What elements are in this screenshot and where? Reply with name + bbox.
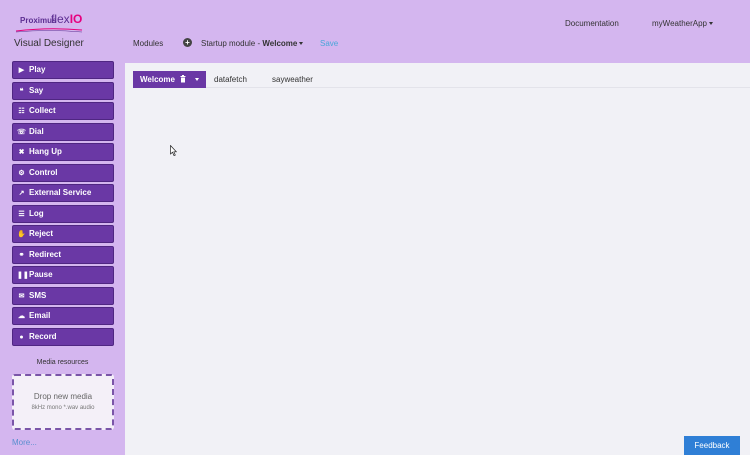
flexio-logo[interactable]: Proximus flexIO bbox=[14, 12, 86, 34]
startup-module-value: Welcome bbox=[262, 39, 298, 48]
app-menu-label: myWeatherApp bbox=[652, 19, 707, 28]
envelope-icon: ✉ bbox=[18, 292, 25, 300]
tool-button-external-service[interactable]: ↗ External Service bbox=[12, 184, 114, 202]
play-icon: ▶ bbox=[18, 67, 25, 74]
media-dropzone[interactable]: Drop new media 8kHz mono *.wav audio bbox=[12, 374, 114, 430]
cogs-icon: ⚙ bbox=[18, 169, 25, 177]
phone-icon: ☏ bbox=[17, 128, 26, 136]
tab-sayweather[interactable]: sayweather bbox=[272, 71, 313, 88]
dropzone-hint: 8kHz mono *.wav audio bbox=[31, 405, 95, 411]
sidebar: ▶ Play ❝ Say ☷ Collect ☏ Dial ✖ Hang Up ⚙ Control ↗ E… bbox=[0, 61, 125, 455]
tool-label: Dial bbox=[29, 126, 44, 136]
tab-label: Welcome bbox=[140, 75, 175, 84]
tool-button-say[interactable]: ❝ Say bbox=[12, 81, 114, 100]
tool-button-log[interactable]: ☰ Log bbox=[12, 204, 114, 223]
tool-label: External Service bbox=[29, 188, 92, 197]
quote-icon: ❝ bbox=[19, 87, 24, 95]
tool-label: Log bbox=[29, 208, 44, 218]
tool-button-pause[interactable]: ❚❚Pause bbox=[12, 266, 114, 284]
tool-label: Say bbox=[29, 85, 44, 95]
tool-button-redirect[interactable]: ⚭ Redirect bbox=[12, 245, 114, 264]
tool-label: Email bbox=[29, 311, 51, 320]
grid-icon: ☷ bbox=[18, 108, 25, 115]
pause-icon: ❚❚ bbox=[17, 272, 29, 279]
tab-datafetch[interactable]: datafetch bbox=[214, 71, 247, 88]
tool-button-email[interactable]: ☁ Email bbox=[12, 307, 114, 325]
tool-button-play[interactable]: ▶ Play bbox=[12, 61, 114, 79]
logo-product: flexIO bbox=[51, 12, 83, 26]
link-icon: ⚭ bbox=[18, 251, 25, 259]
tool-label: Pause bbox=[29, 270, 53, 279]
app-menu-dropdown[interactable]: myWeatherApp bbox=[652, 19, 713, 28]
tool-button-sms[interactable]: ✉ SMS bbox=[12, 286, 114, 305]
feedback-button[interactable]: Feedback bbox=[684, 436, 740, 455]
tool-button-reject[interactable]: ✋ Reject bbox=[12, 225, 114, 243]
tool-label: Hang Up bbox=[29, 147, 62, 156]
tool-button-hang-up[interactable]: ✖ Hang Up bbox=[12, 143, 114, 161]
logo-swoosh-icon bbox=[15, 28, 83, 33]
tool-button-record[interactable]: ● Record bbox=[12, 327, 114, 346]
tool-button-dial[interactable]: ☏ Dial bbox=[12, 122, 114, 141]
tool-label: Control bbox=[29, 167, 58, 177]
external-link-icon: ↗ bbox=[18, 190, 25, 197]
tool-label: Record bbox=[29, 331, 57, 341]
documentation-link[interactable]: Documentation bbox=[565, 19, 619, 28]
microphone-icon: ● bbox=[19, 333, 24, 341]
save-link[interactable]: Save bbox=[320, 39, 338, 48]
mouse-cursor-icon bbox=[170, 145, 177, 156]
tool-button-collect[interactable]: ☷ Collect bbox=[12, 102, 114, 120]
chevron-down-icon[interactable] bbox=[195, 78, 199, 81]
chevron-down-icon bbox=[299, 42, 304, 46]
app-title: Visual Designer bbox=[14, 38, 84, 49]
tool-label: Redirect bbox=[29, 249, 62, 259]
tool-label: SMS bbox=[29, 290, 47, 300]
tool-label: Play bbox=[29, 65, 46, 74]
list-icon: ☰ bbox=[18, 210, 25, 218]
dropzone-title: Drop new media bbox=[33, 392, 93, 401]
module-tabs: Welcome datafetch sayweather bbox=[133, 71, 750, 88]
top-bar: Proximus flexIO Visual Designer Document… bbox=[0, 0, 750, 63]
add-module-plus-icon[interactable]: + bbox=[183, 38, 192, 47]
tool-label: Collect bbox=[29, 106, 56, 115]
tab-welcome[interactable]: Welcome bbox=[133, 71, 206, 88]
trash-icon[interactable] bbox=[180, 75, 186, 83]
chevron-down-icon bbox=[709, 22, 713, 26]
media-resources-title: Media resources bbox=[36, 359, 89, 366]
more-link[interactable]: More... bbox=[12, 438, 37, 447]
x-icon: ✖ bbox=[18, 149, 25, 156]
tool-button-control[interactable]: ⚙ Control bbox=[12, 163, 114, 182]
comment-icon: ☁ bbox=[18, 313, 25, 320]
thumbs-down-icon: ✋ bbox=[17, 231, 26, 238]
startup-module-dropdown[interactable]: Startup module - Welcome bbox=[201, 39, 304, 48]
tool-label: Reject bbox=[29, 229, 54, 238]
modules-label[interactable]: Modules bbox=[133, 39, 163, 48]
